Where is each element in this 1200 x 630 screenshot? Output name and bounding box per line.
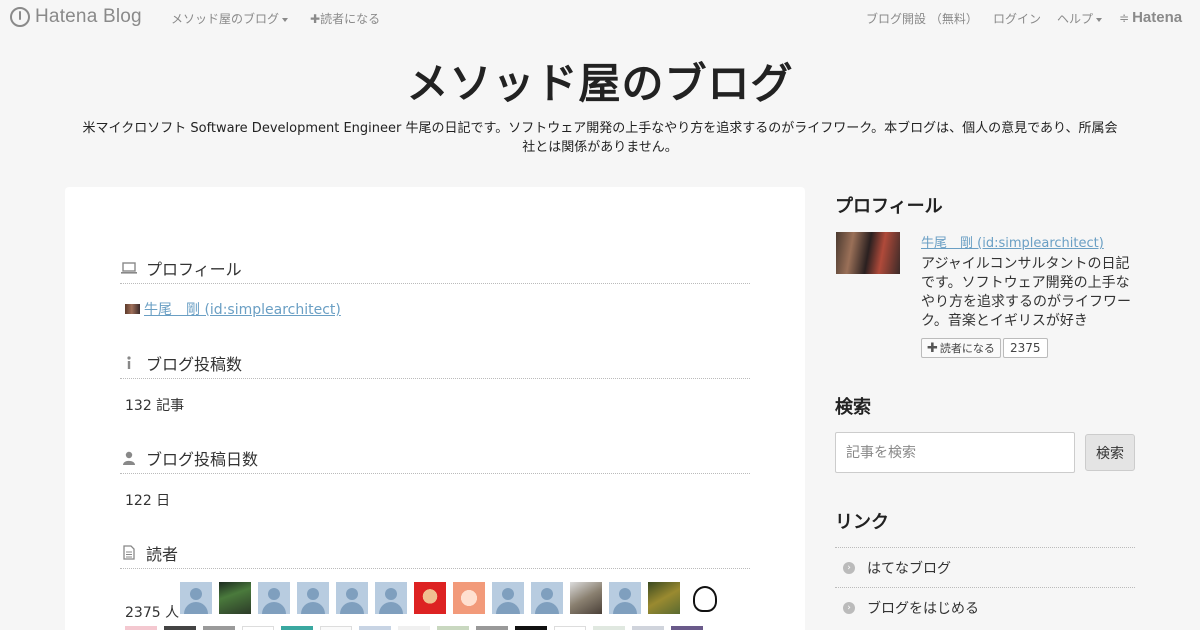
- help-label: ヘルプ: [1057, 12, 1094, 26]
- chevron-right-icon: ›: [843, 601, 855, 614]
- blog-menu-dropdown[interactable]: メソッド屋のブログ: [171, 10, 289, 27]
- hatena-mark-icon: ≑: [1119, 10, 1130, 25]
- reader-avatar[interactable]: [297, 582, 329, 614]
- reader-avatar[interactable]: [164, 626, 196, 630]
- caret-down-icon: [282, 17, 289, 22]
- subscribe-button-label: 読者になる: [939, 342, 995, 355]
- reader-avatar[interactable]: [258, 582, 290, 614]
- reader-avatar[interactable]: [570, 582, 602, 614]
- reader-avatar[interactable]: [320, 626, 352, 630]
- readers-count: 2375 人: [125, 605, 180, 621]
- sidebar-links-heading: リンク: [835, 512, 889, 533]
- sidebar-profile-heading: プロフィール: [835, 196, 943, 217]
- global-header: Hatena Blog メソッド屋のブログ ✚読者になる ブログ開設 （無料） …: [0, 0, 1200, 36]
- subscribe-button[interactable]: ✚ 読者になる: [921, 338, 1001, 358]
- blog-description: 米マイクロソフト Software Development Engineer 牛…: [82, 121, 1118, 155]
- readers-section-heading: 読者: [120, 537, 750, 569]
- reader-avatar[interactable]: [531, 582, 563, 614]
- avatar: [125, 304, 140, 314]
- reader-avatar[interactable]: [359, 626, 391, 630]
- reader-avatar[interactable]: [453, 582, 485, 614]
- create-blog-link[interactable]: ブログ開設 （無料）: [866, 10, 978, 27]
- login-link[interactable]: ログイン: [993, 10, 1041, 27]
- search-button[interactable]: 検索: [1085, 434, 1135, 471]
- posts-count: 132 記事: [125, 398, 185, 414]
- document-icon: [120, 544, 138, 562]
- sidebar-profile-description: アジャイルコンサルタントの日記です。ソフトウェア開発の上手なやり方を追求するのが…: [921, 256, 1131, 329]
- about-card: プロフィール 牛尾 剛 (id:simplearchitect) ブログ投稿数 …: [65, 187, 805, 630]
- days-section-heading: ブログ投稿日数: [120, 442, 750, 474]
- search-input[interactable]: [835, 432, 1075, 473]
- reader-avatar[interactable]: [593, 626, 625, 630]
- reader-avatar[interactable]: [336, 582, 368, 614]
- reader-avatar[interactable]: [554, 626, 586, 630]
- posts-section-heading: ブログ投稿数: [120, 347, 750, 379]
- days-heading-text: ブログ投稿日数: [146, 449, 259, 469]
- blog-title[interactable]: メソッド屋のブログ: [0, 50, 1200, 111]
- days-count: 122 日: [125, 493, 171, 509]
- profile-user-link[interactable]: 牛尾 剛 (id:simplearchitect): [125, 299, 341, 319]
- subscribe-link[interactable]: ✚読者になる: [310, 10, 380, 27]
- sidebar-search-heading: 検索: [835, 397, 871, 418]
- reader-avatar[interactable]: [632, 626, 664, 630]
- reader-avatars-row: [125, 626, 703, 630]
- laptop-icon: [120, 259, 138, 277]
- reader-avatar[interactable]: [180, 582, 212, 614]
- reader-avatar[interactable]: [515, 626, 547, 630]
- user-icon: [120, 449, 138, 467]
- reader-avatar[interactable]: [375, 582, 407, 614]
- reader-avatar[interactable]: [125, 626, 157, 630]
- link-label: ブログをはじめる: [867, 600, 979, 617]
- reader-avatar[interactable]: [203, 626, 235, 630]
- hatena-blog-logo[interactable]: Hatena Blog: [10, 6, 142, 28]
- readers-heading-text: 読者: [146, 544, 179, 564]
- subscribe-label: 読者になる: [320, 12, 381, 26]
- blog-menu-label: メソッド屋のブログ: [171, 12, 280, 26]
- brand-name: Hatena Blog: [35, 6, 142, 27]
- reader-avatar[interactable]: [414, 582, 446, 614]
- sidebar-profile-photo[interactable]: [836, 232, 900, 274]
- caret-down-icon: [1096, 17, 1103, 22]
- hatena-wordmark: Hatena: [1132, 9, 1183, 26]
- reader-avatar[interactable]: [609, 582, 641, 614]
- reader-avatar[interactable]: [671, 626, 703, 630]
- reader-avatar[interactable]: [492, 582, 524, 614]
- link-item-hatena-blog[interactable]: › はてなブログ: [835, 547, 1135, 587]
- sidebar-profile-name-link[interactable]: 牛尾 剛 (id:simplearchitect): [921, 232, 1104, 251]
- reader-avatar[interactable]: [648, 582, 680, 614]
- profile-user-name: 牛尾 剛 (id:simplearchitect): [144, 302, 341, 318]
- plus-icon: ✚: [927, 340, 938, 356]
- reader-avatar[interactable]: [476, 626, 508, 630]
- reader-avatar[interactable]: [398, 626, 430, 630]
- subscriber-count-badge[interactable]: 2375: [1003, 338, 1048, 358]
- hatena-logo[interactable]: ≑ Hatena: [1119, 9, 1182, 26]
- reader-avatar[interactable]: [687, 582, 719, 614]
- posts-heading-text: ブログ投稿数: [146, 354, 243, 374]
- chevron-right-icon: ›: [843, 561, 855, 574]
- help-dropdown[interactable]: ヘルプ: [1057, 10, 1103, 27]
- plus-icon: ✚: [310, 12, 321, 26]
- reader-avatars-row: [180, 582, 719, 614]
- profile-section-heading: プロフィール: [120, 252, 750, 284]
- reader-avatar[interactable]: [281, 626, 313, 630]
- link-label: はてなブログ: [867, 560, 951, 577]
- reader-avatar[interactable]: [242, 626, 274, 630]
- hatena-blog-logo-icon: [10, 7, 30, 27]
- reader-avatar[interactable]: [219, 582, 251, 614]
- reader-avatar[interactable]: [437, 626, 469, 630]
- link-item-start-blog[interactable]: › ブログをはじめる: [835, 587, 1135, 627]
- profile-heading-text: プロフィール: [146, 259, 242, 279]
- info-icon: [120, 354, 138, 372]
